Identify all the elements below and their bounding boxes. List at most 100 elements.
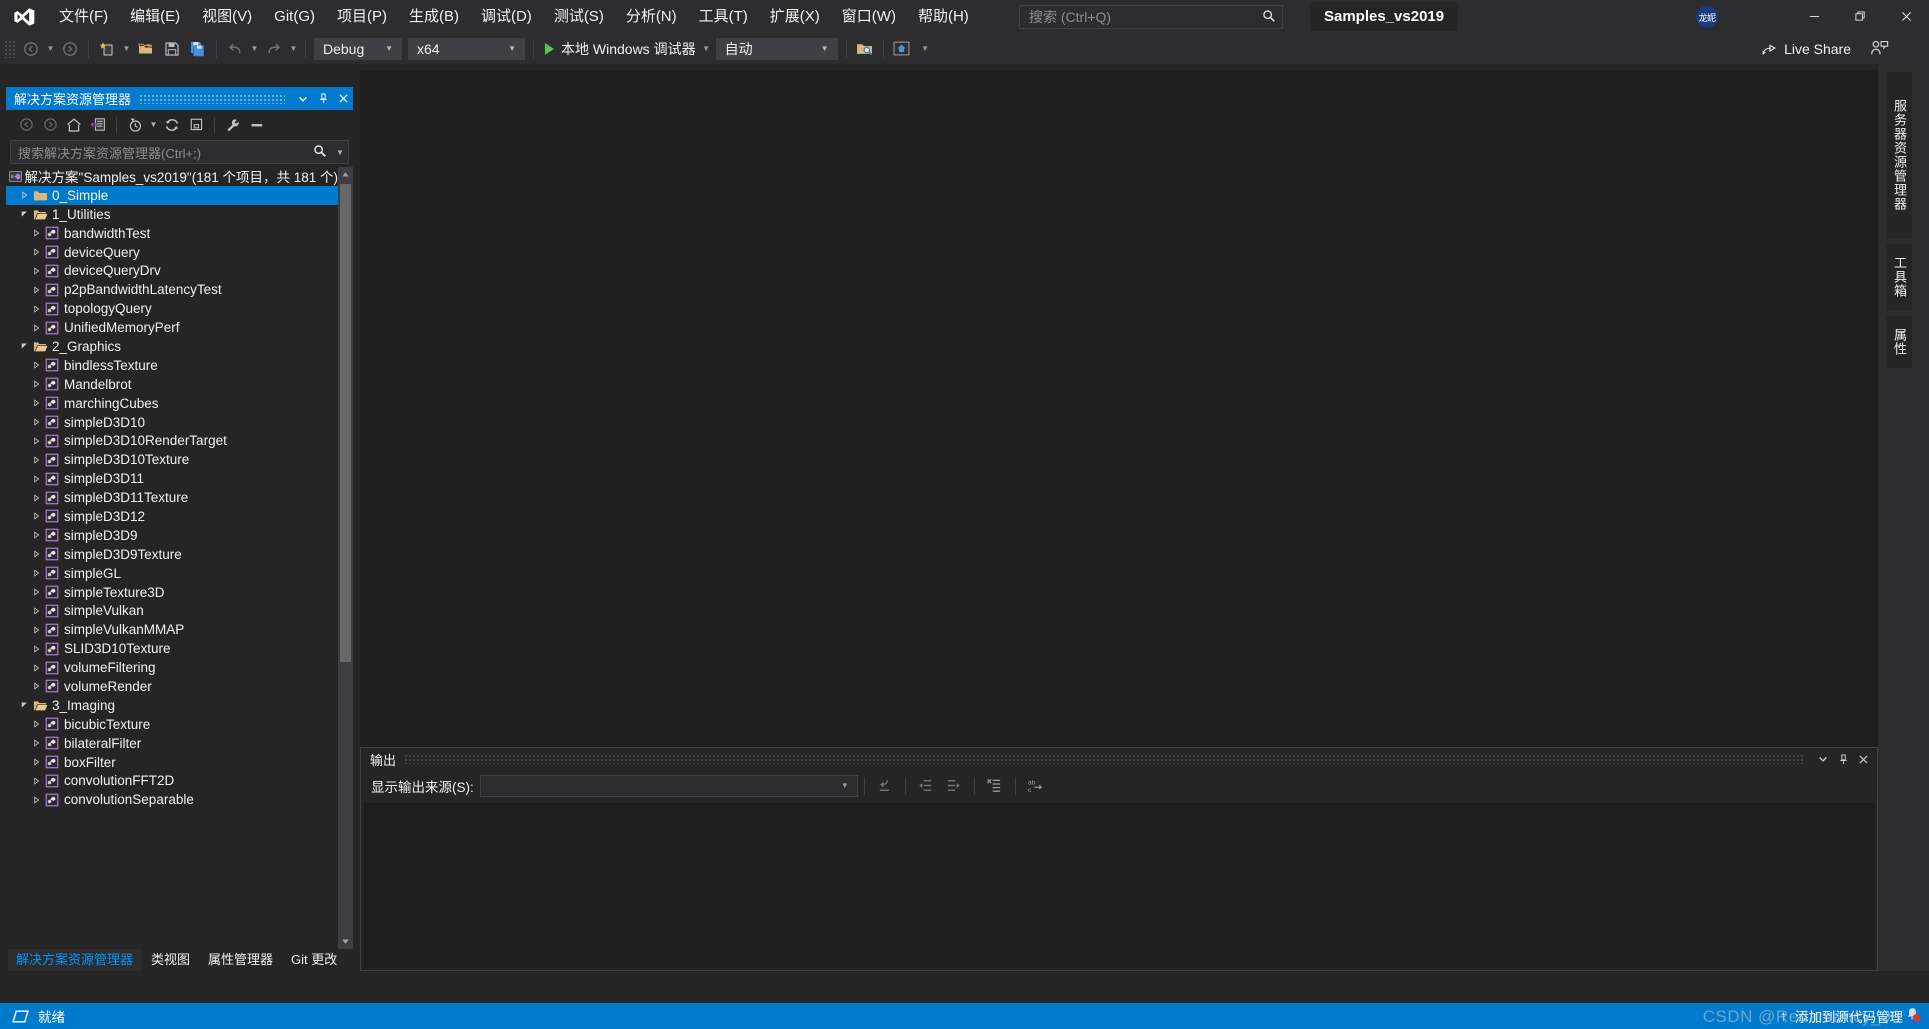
scroll-down-icon[interactable]: [338, 934, 353, 949]
tree-project-row[interactable]: bandwidthTest: [6, 224, 338, 243]
toolbar-grip[interactable]: [4, 39, 16, 58]
menu-project[interactable]: 项目(P): [326, 0, 398, 33]
tree-expander-collapsed-icon[interactable]: [30, 300, 42, 318]
tree-folder-row[interactable]: 2_Graphics: [6, 337, 338, 356]
tree-expander-collapsed-icon[interactable]: [30, 659, 42, 677]
tree-expander-collapsed-icon[interactable]: [30, 526, 42, 544]
tree-project-row[interactable]: convolutionFFT2D: [6, 772, 338, 791]
search-options-chevron-icon[interactable]: ▼: [332, 148, 348, 157]
menu-extensions[interactable]: 扩展(X): [759, 0, 831, 33]
tree-project-row[interactable]: bindlessTexture: [6, 356, 338, 375]
tree-expander-collapsed-icon[interactable]: [30, 394, 42, 412]
tree-project-row[interactable]: boxFilter: [6, 753, 338, 772]
source-control-label[interactable]: 添加到源代码管理: [1795, 1006, 1903, 1026]
recent-icon[interactable]: [123, 114, 147, 136]
tree-project-row[interactable]: deviceQueryDrv: [6, 261, 338, 280]
next-message-icon[interactable]: [940, 774, 968, 798]
redo-icon[interactable]: [261, 37, 287, 61]
tree-project-row[interactable]: volumeRender: [6, 677, 338, 696]
tab-property-manager[interactable]: 属性管理器: [200, 947, 281, 971]
back-icon[interactable]: [14, 114, 38, 136]
menu-help[interactable]: 帮助(H): [907, 0, 980, 33]
new-item-icon[interactable]: [94, 37, 120, 61]
solution-tree-scrollbar[interactable]: [338, 167, 353, 949]
tree-project-row[interactable]: simpleD3D10Texture: [6, 450, 338, 469]
pending-changes-icon[interactable]: [86, 114, 110, 136]
menu-build[interactable]: 生成(B): [398, 0, 470, 33]
tree-project-row[interactable]: UnifiedMemoryPerf: [6, 318, 338, 337]
tree-expander-collapsed-icon[interactable]: [30, 621, 42, 639]
menu-window[interactable]: 窗口(W): [831, 0, 907, 33]
tree-expander-collapsed-icon[interactable]: [30, 375, 42, 393]
tree-expander-collapsed-icon[interactable]: [30, 470, 42, 488]
tree-project-row[interactable]: simpleD3D12: [6, 507, 338, 526]
vtab-properties[interactable]: 属性: [1887, 316, 1912, 368]
menu-file[interactable]: 文件(F): [48, 0, 119, 33]
solution-name-tab[interactable]: Samples_vs2019: [1310, 2, 1459, 31]
tree-expander-collapsed-icon[interactable]: [30, 753, 42, 771]
tree-project-row[interactable]: simpleGL: [6, 564, 338, 583]
tree-expander-collapsed-icon[interactable]: [30, 640, 42, 658]
preview-icon[interactable]: [889, 37, 915, 61]
navigate-back-dropdown-icon[interactable]: ▼: [44, 37, 57, 61]
solution-root-row[interactable]: 解决方案"Samples_vs2019"(181 个项目，共 181 个): [6, 167, 338, 186]
tree-project-row[interactable]: marchingCubes: [6, 394, 338, 413]
tree-expander-collapsed-icon[interactable]: [30, 224, 42, 242]
tree-expander-collapsed-icon[interactable]: [30, 791, 42, 809]
menu-tools[interactable]: 工具(T): [688, 0, 759, 33]
output-panel-body[interactable]: [363, 803, 1875, 968]
tree-project-row[interactable]: volumeFiltering: [6, 658, 338, 677]
tree-expander-expanded-icon[interactable]: [18, 205, 30, 223]
solution-explorer-search-input[interactable]: 搜索解决方案资源管理器(Ctrl+;) ▼: [10, 140, 349, 164]
tree-project-row[interactable]: bilateralFilter: [6, 734, 338, 753]
configuration-combo[interactable]: Debug ▼: [314, 37, 402, 60]
start-debugging-dropdown-icon[interactable]: ▼: [700, 37, 713, 61]
tree-project-row[interactable]: simpleVulkan: [6, 601, 338, 620]
tab-solution-explorer[interactable]: 解决方案资源管理器: [8, 947, 142, 971]
tree-project-row[interactable]: simpleD3D10RenderTarget: [6, 431, 338, 450]
tree-expander-collapsed-icon[interactable]: [30, 451, 42, 469]
tree-expander-collapsed-icon[interactable]: [30, 489, 42, 507]
forward-icon[interactable]: [38, 114, 62, 136]
tree-project-row[interactable]: simpleVulkanMMAP: [6, 620, 338, 639]
toggle-word-wrap-icon[interactable]: ab c: [1022, 774, 1050, 798]
undo-icon[interactable]: [222, 37, 248, 61]
solution-explorer-header[interactable]: 解决方案资源管理器: [6, 87, 353, 110]
tree-expander-collapsed-icon[interactable]: [30, 413, 42, 431]
recent-dropdown-icon[interactable]: ▼: [147, 113, 160, 137]
properties-icon[interactable]: [221, 114, 245, 136]
tree-folder-row[interactable]: 3_Imaging: [6, 696, 338, 715]
scroll-up-icon[interactable]: [338, 167, 353, 182]
avatar[interactable]: 龙妮: [1696, 6, 1718, 28]
open-file-icon[interactable]: [133, 37, 159, 61]
tree-expander-collapsed-icon[interactable]: [30, 243, 42, 261]
vtab-server-explorer[interactable]: 服务器资源管理器: [1887, 72, 1912, 238]
tree-project-row[interactable]: convolutionSeparable: [6, 790, 338, 809]
restore-icon[interactable]: [1837, 0, 1883, 33]
find-in-files-icon[interactable]: [852, 37, 878, 61]
scrollbar-thumb[interactable]: [340, 184, 351, 662]
output-drag-handle[interactable]: [404, 754, 1805, 764]
navigate-forward-icon[interactable]: [57, 37, 83, 61]
tree-folder-row[interactable]: 1_Utilities: [6, 205, 338, 224]
tree-project-row[interactable]: deviceQuery: [6, 243, 338, 262]
tree-project-row[interactable]: Mandelbrot: [6, 375, 338, 394]
tree-expander-collapsed-icon[interactable]: [30, 564, 42, 582]
tree-project-row[interactable]: simpleD3D9Texture: [6, 545, 338, 564]
tree-expander-collapsed-icon[interactable]: [30, 507, 42, 525]
live-share-feedback-icon[interactable]: [1870, 39, 1889, 63]
platform-combo[interactable]: x64 ▼: [408, 37, 525, 60]
tree-expander-collapsed-icon[interactable]: [30, 281, 42, 299]
home-icon[interactable]: [62, 114, 86, 136]
menu-git[interactable]: Git(G): [263, 0, 326, 33]
tree-expander-expanded-icon[interactable]: [18, 696, 30, 714]
vtab-toolbox[interactable]: 工具箱: [1887, 244, 1912, 310]
panel-drag-handle[interactable]: [139, 93, 285, 104]
tree-expander-collapsed-icon[interactable]: [30, 319, 42, 337]
live-share-button[interactable]: Live Share: [1761, 37, 1851, 60]
tree-folder-row[interactable]: 0_Simple: [6, 185, 338, 205]
global-search-input[interactable]: 搜索 (Ctrl+Q): [1019, 5, 1283, 29]
tree-expander-collapsed-icon[interactable]: [30, 772, 42, 790]
output-panel-header[interactable]: 输出: [361, 748, 1877, 770]
undo-dropdown-icon[interactable]: ▼: [248, 37, 261, 61]
